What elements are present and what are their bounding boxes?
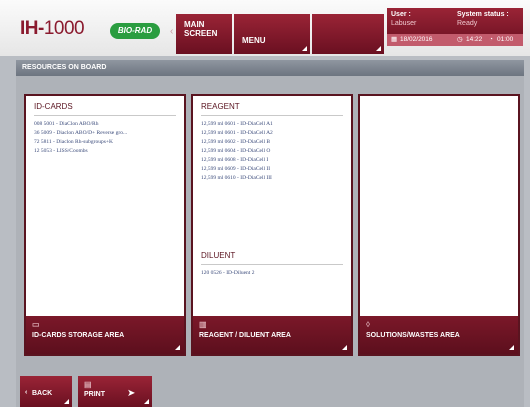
status-value: Ready: [457, 20, 478, 27]
id-cards-panel: ID-CARDS 008 5001 - DiaClon ABO/Rh 36 50…: [24, 94, 186, 356]
list-item[interactable]: 120 0526 - ID-Diluent 2: [201, 269, 343, 278]
top-bar: IH-1000 BIO-RAD ‹ MAIN SCREEN MENU User …: [0, 0, 530, 56]
corner-arrow-icon: [302, 46, 307, 51]
status-panel: User : Labuser System status : Ready ▦ 1…: [387, 8, 523, 46]
list-item[interactable]: 12,599 ml 0608 - ID-DiaCell I: [201, 156, 343, 165]
timer-icon: ◔: [489, 36, 493, 43]
bottle-icon: ▥: [199, 320, 207, 329]
menu-label: MENU: [242, 36, 266, 45]
corner-arrow-icon: [509, 345, 514, 350]
card-icon: ▭: [32, 320, 40, 329]
id-cards-title: ID-CARDS: [34, 102, 73, 111]
list-item[interactable]: 36 5009 - Diaclon ABO/D+ Reverse gro...: [34, 129, 176, 138]
list-item[interactable]: 12,599 ml 0602 - ID-DiaCell B: [201, 138, 343, 147]
divider: [34, 115, 176, 116]
blank-top-button[interactable]: [312, 14, 384, 54]
main-screen-button[interactable]: MAIN SCREEN: [176, 14, 232, 54]
status-label: System status :: [457, 11, 509, 18]
list-item[interactable]: 12,599 ml 0601 - ID-DiaCell A2: [201, 129, 343, 138]
divider: [201, 264, 343, 265]
solutions-footer-label: SOLUTIONS/WASTES AREA: [366, 332, 460, 339]
list-item[interactable]: 12,599 ml 0610 - ID-DiaCell III: [201, 174, 343, 183]
flask-icon: ◊: [366, 320, 370, 329]
print-button[interactable]: ▤ PRINT: [78, 376, 152, 407]
reagent-title: REAGENT: [201, 102, 240, 111]
list-item[interactable]: 12 5053 - LISS/Coombs: [34, 147, 176, 156]
chevron-left-icon: ‹: [170, 26, 174, 37]
solutions-panel: ◊ SOLUTIONS/WASTES AREA: [358, 94, 520, 356]
divider: [201, 115, 343, 116]
brand-thin: 1000: [43, 18, 85, 39]
corner-arrow-icon: [144, 399, 149, 404]
corner-arrow-icon: [64, 399, 69, 404]
back-button[interactable]: ‹ BACK: [20, 376, 72, 407]
list-item[interactable]: 12,599 ml 0601 - ID-DiaCell A1: [201, 120, 343, 129]
brand-bold: IH-: [20, 18, 44, 39]
date-value: 18/02/2016: [400, 36, 433, 43]
main-screen-label-1: MAIN: [184, 20, 205, 29]
corner-arrow-icon: [376, 46, 381, 51]
user-label: User :: [391, 11, 411, 18]
id-cards-list: ID-CARDS 008 5001 - DiaClon ABO/Rh 36 50…: [26, 96, 184, 316]
chevron-left-icon: ‹: [25, 389, 28, 396]
list-item[interactable]: 72 5811 - Diaclon Rh-subgroups+K: [34, 138, 176, 147]
corner-arrow-icon: [342, 345, 347, 350]
calendar-icon: ▦: [391, 36, 398, 43]
corner-arrow-icon: [175, 345, 180, 350]
section-header: RESOURCES ON BOARD: [16, 60, 524, 76]
time-value: 14:22: [466, 36, 483, 43]
diluent-title: DILUENT: [201, 251, 236, 260]
user-value: Labuser: [391, 20, 417, 27]
reagent-panel: REAGENT 12,599 ml 0601 - ID-DiaCell A1 1…: [191, 94, 353, 356]
id-cards-storage-button[interactable]: ▭ ID-CARDS STORAGE AREA: [26, 316, 184, 354]
menu-button[interactable]: MENU: [234, 14, 310, 54]
solutions-list: [360, 96, 518, 316]
main-screen-label-2: SCREEN: [184, 29, 218, 38]
list-item[interactable]: 008 5001 - DiaClon ABO/Rh: [34, 120, 176, 129]
reagent-list: REAGENT 12,599 ml 0601 - ID-DiaCell A1 1…: [193, 96, 351, 316]
id-cards-footer-label: ID-CARDS STORAGE AREA: [32, 332, 125, 339]
reagent-footer-label: REAGENT / DILUENT AREA: [199, 332, 291, 339]
back-label: BACK: [32, 390, 53, 397]
section-title: RESOURCES ON BOARD: [22, 64, 107, 71]
reagent-diluent-area-button[interactable]: ▥ REAGENT / DILUENT AREA: [193, 316, 351, 354]
clock-icon: ◷: [457, 36, 463, 43]
print-label: PRINT: [84, 391, 105, 398]
app-brand: IH-1000: [20, 18, 85, 40]
solutions-wastes-area-button[interactable]: ◊ SOLUTIONS/WASTES AREA: [360, 316, 518, 354]
printer-icon: ▤: [84, 380, 92, 389]
mouse-cursor-icon: ➤: [127, 388, 136, 399]
counter-value: 01:00: [497, 36, 514, 43]
list-item[interactable]: 12,599 ml 0604 - ID-DiaCell O: [201, 147, 343, 156]
datetime-bar: ▦ 18/02/2016 ◷ 14:22 ◔ 01:00: [387, 34, 523, 46]
list-item[interactable]: 12,599 ml 0609 - ID-DiaCell II: [201, 165, 343, 174]
bio-rad-logo: BIO-RAD: [110, 23, 160, 39]
